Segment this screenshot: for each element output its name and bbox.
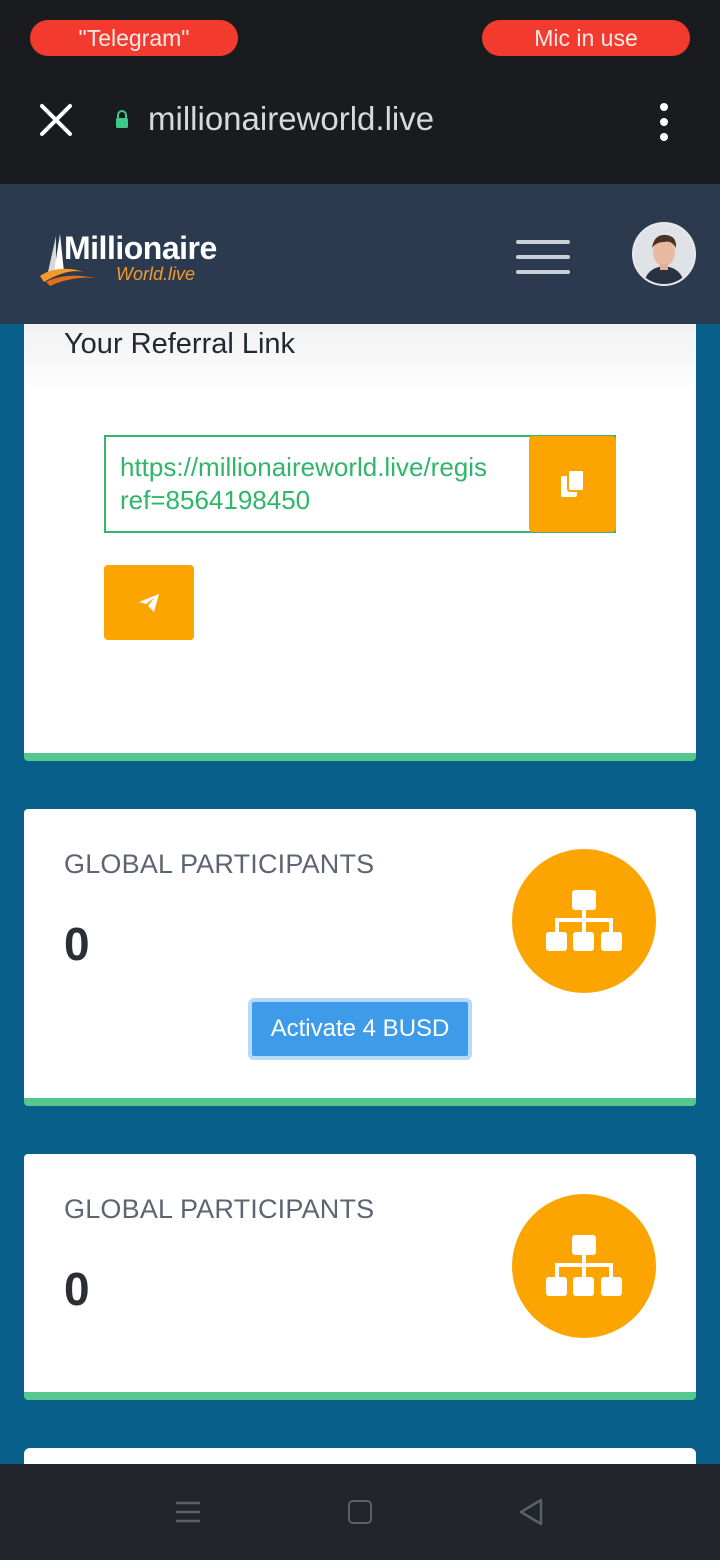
site-header: Millionaire World.live bbox=[0, 184, 720, 324]
referral-title: Your Referral Link bbox=[64, 328, 296, 360]
copy-link-button[interactable] bbox=[529, 436, 616, 532]
hamburger-icon[interactable] bbox=[516, 240, 570, 274]
sitemap-icon-badge bbox=[512, 849, 656, 993]
sitemap-icon-badge bbox=[512, 1194, 656, 1338]
stat-value: 0 bbox=[64, 1263, 90, 1315]
referral-card: Your Referral Link https://millionairewo… bbox=[24, 324, 696, 761]
sitemap-icon bbox=[546, 890, 622, 951]
activate-button[interactable]: Activate 4 BUSD bbox=[248, 998, 472, 1060]
home-icon[interactable] bbox=[348, 1500, 372, 1524]
system-nav-bar bbox=[0, 1464, 720, 1560]
global-participants-card: GLOBAL PARTICIPANTS 0 bbox=[24, 1154, 696, 1400]
telegram-indicator-pill[interactable]: "Telegram" bbox=[30, 20, 238, 56]
logo-wordmark: Millionaire bbox=[64, 230, 217, 266]
stat-label: GLOBAL PARTICIPANTS bbox=[64, 849, 375, 879]
address-bar-url[interactable]: millionaireworld.live bbox=[148, 100, 434, 138]
referral-link-text[interactable]: https://millionaireworld.live/regis ref=… bbox=[120, 451, 580, 517]
close-icon[interactable] bbox=[36, 98, 76, 142]
browser-toolbar: millionaireworld.live bbox=[0, 80, 720, 184]
sitemap-icon bbox=[546, 1235, 622, 1296]
global-participants-card: GLOBAL PARTICIPANTS 0 Activate 4 BUSD bbox=[24, 809, 696, 1106]
mic-in-use-pill[interactable]: Mic in use bbox=[482, 20, 690, 56]
recent-apps-icon[interactable] bbox=[174, 1500, 202, 1524]
stat-label: GLOBAL PARTICIPANTS bbox=[64, 1194, 375, 1224]
more-vert-icon[interactable] bbox=[650, 102, 678, 142]
stat-value: 0 bbox=[64, 918, 90, 970]
share-telegram-button[interactable] bbox=[104, 565, 194, 640]
site-logo[interactable]: Millionaire World.live bbox=[38, 228, 238, 288]
copy-icon bbox=[560, 469, 585, 497]
status-bar: "Telegram" Mic in use bbox=[0, 0, 720, 80]
back-icon[interactable] bbox=[518, 1498, 544, 1526]
logo-subtitle: World.live bbox=[116, 264, 196, 284]
avatar[interactable] bbox=[632, 222, 696, 286]
telegram-send-icon bbox=[139, 593, 159, 612]
lock-icon bbox=[116, 110, 128, 128]
